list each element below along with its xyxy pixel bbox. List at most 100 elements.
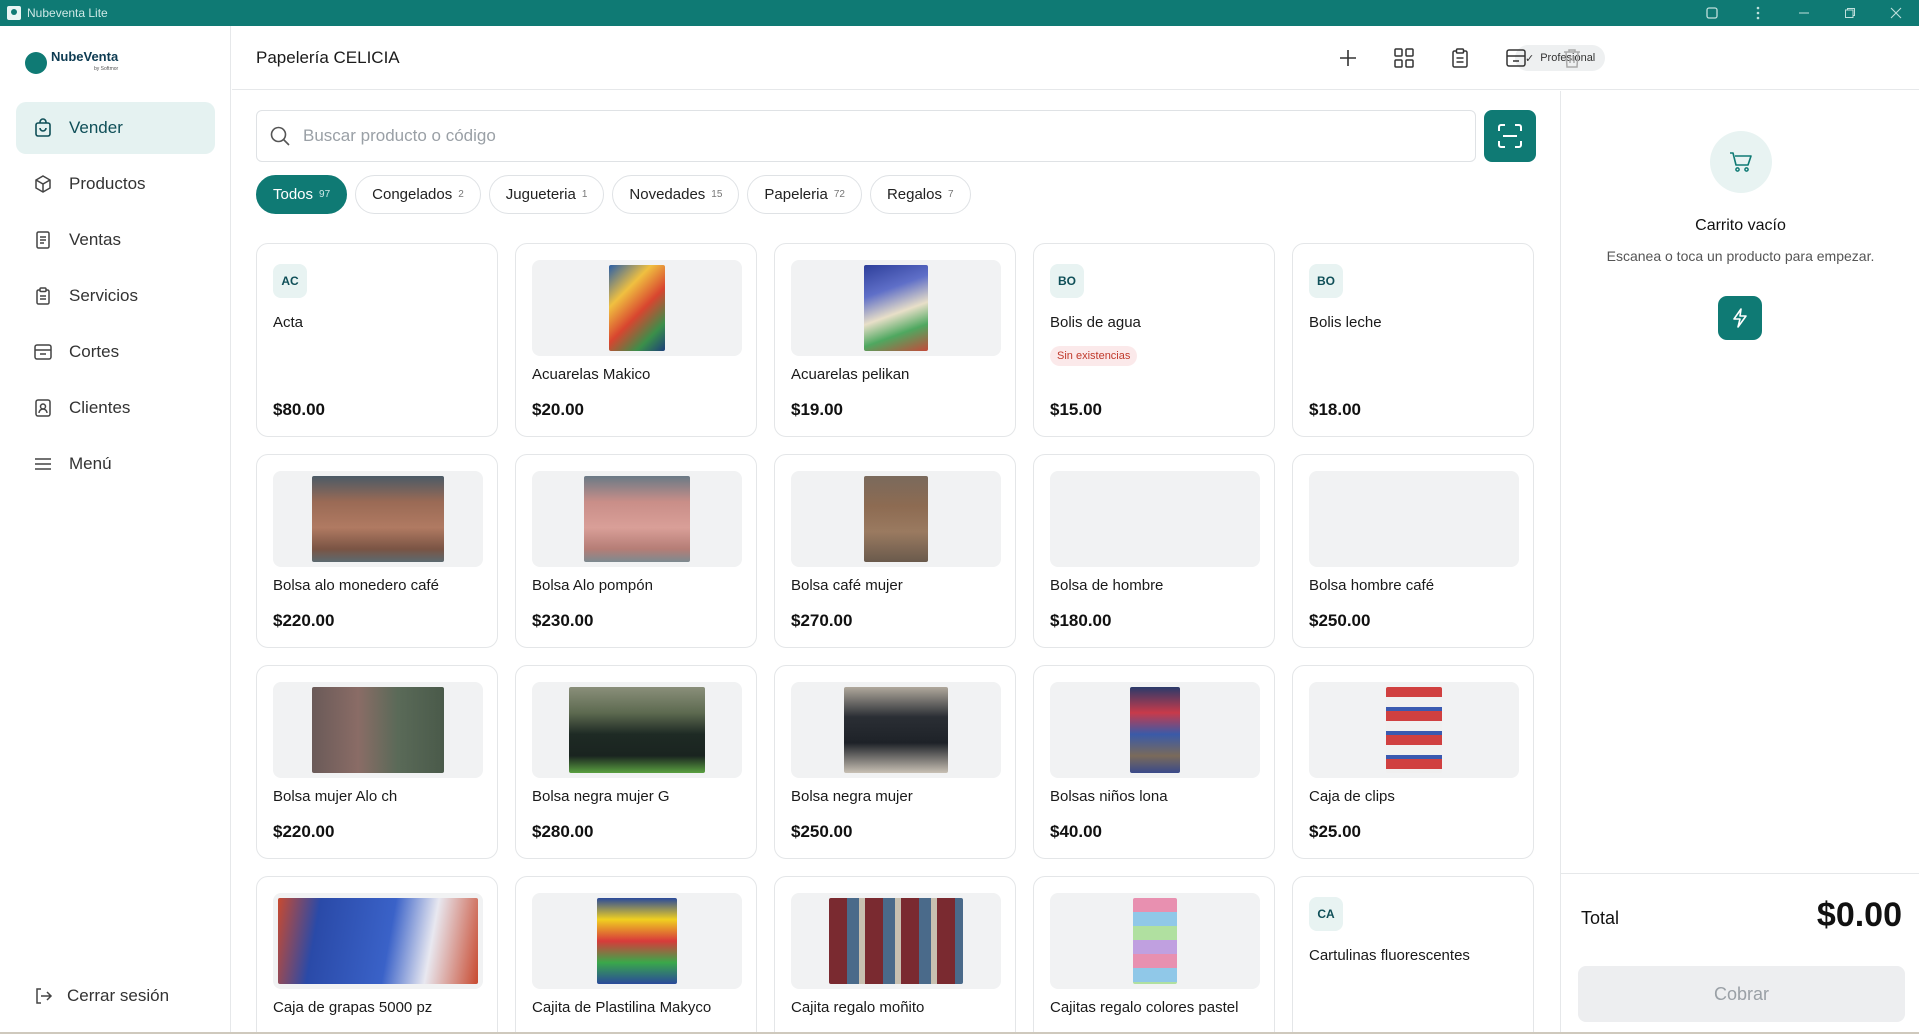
- quick-sale-button[interactable]: [1718, 296, 1762, 340]
- out-of-stock-badge: Sin existencias: [1050, 346, 1138, 366]
- product-card[interactable]: CA Cartulinas fluorescentes: [1292, 876, 1534, 1033]
- store-name: Papelería CELICIA: [256, 48, 400, 67]
- product-image-placeholder: [1050, 471, 1260, 567]
- add-product-button[interactable]: [1334, 44, 1362, 72]
- product-price: $220.00: [273, 822, 335, 841]
- category-count: 1: [581, 189, 588, 200]
- category-count: 72: [833, 189, 845, 200]
- product-image-placeholder: [1309, 471, 1519, 567]
- clipboard-icon: [33, 286, 53, 306]
- product-card[interactable]: Bolsas niños lona $40.00: [1033, 665, 1275, 859]
- sidebar-item-vender[interactable]: Vender: [16, 102, 215, 154]
- sidebar-item-label: Ventas: [69, 230, 121, 249]
- product-name: Cartulinas fluorescentes: [1309, 947, 1470, 964]
- product-image: [532, 471, 742, 567]
- clipboard-button[interactable]: [1446, 44, 1474, 72]
- clear-cart-button[interactable]: [1558, 44, 1586, 72]
- sidebar-item-cortes[interactable]: Cortes: [16, 326, 215, 378]
- product-card[interactable]: Bolsa de hombre $180.00: [1033, 454, 1275, 648]
- logout-button[interactable]: Cerrar sesión: [33, 986, 169, 1006]
- product-image: [273, 471, 483, 567]
- product-card[interactable]: BO Bolis leche $18.00: [1292, 243, 1534, 437]
- charge-button[interactable]: Cobrar: [1578, 966, 1905, 1022]
- sidebar-item-menu[interactable]: Menú: [16, 438, 215, 490]
- restore-button[interactable]: [1827, 0, 1873, 26]
- product-card[interactable]: Bolsa alo monedero café $220.00: [256, 454, 498, 648]
- cash-drawer-button[interactable]: [1502, 44, 1530, 72]
- product-card[interactable]: Acuarelas Makico $20.00: [515, 243, 757, 437]
- product-price: $270.00: [791, 611, 853, 630]
- product-image: [273, 682, 483, 778]
- category-chip-todos[interactable]: Todos 97: [256, 175, 348, 214]
- product-image: [1309, 682, 1519, 778]
- logout-label: Cerrar sesión: [67, 986, 170, 1005]
- category-chip-jugueteria[interactable]: Jugueteria 1: [488, 175, 605, 214]
- product-price: $40.00: [1050, 822, 1102, 841]
- sidebar-item-servicios[interactable]: Servicios: [16, 270, 215, 322]
- sidebar-item-ventas[interactable]: Ventas: [16, 214, 215, 266]
- total-label: Total: [1581, 908, 1620, 928]
- product-initials: AC: [273, 264, 307, 298]
- product-name: Acuarelas pelikan: [791, 366, 910, 383]
- product-name: Bolis de agua: [1050, 314, 1141, 331]
- product-name: Bolsa de hombre: [1050, 577, 1164, 594]
- category-chip-regalos[interactable]: Regalos 7: [869, 175, 971, 214]
- app-icon: [7, 6, 21, 20]
- product-price: $19.00: [791, 400, 843, 419]
- product-card[interactable]: Caja de clips $25.00: [1292, 665, 1534, 859]
- product-card[interactable]: BO Bolis de agua Sin existencias $15.00: [1033, 243, 1275, 437]
- sidebar-item-label: Servicios: [69, 286, 138, 305]
- search-icon: [269, 125, 291, 147]
- product-name: Acta: [273, 314, 304, 331]
- category-label: Congelados: [372, 186, 453, 203]
- product-card[interactable]: Cajita de Plastilina Makyco: [515, 876, 757, 1033]
- product-name: Bolsa mujer Alo ch: [273, 788, 398, 805]
- product-price: $230.00: [532, 611, 594, 630]
- category-chip-congelados[interactable]: Congelados 2: [355, 175, 481, 214]
- product-name: Bolsa hombre café: [1309, 577, 1435, 594]
- sidebar-item-productos[interactable]: Productos: [16, 158, 215, 210]
- product-card[interactable]: Caja de grapas 5000 pz: [256, 876, 498, 1033]
- grid-view-button[interactable]: [1390, 44, 1418, 72]
- cart-summary: Total $0.00 Cobrar: [1561, 873, 1919, 1033]
- close-button[interactable]: [1873, 0, 1919, 26]
- category-label: Todos: [273, 186, 314, 203]
- category-count: 15: [711, 189, 723, 200]
- brand-logo: NubeVenta by Softmor: [25, 50, 118, 76]
- sidebar-item-clientes[interactable]: Clientes: [16, 382, 215, 434]
- product-card[interactable]: AC Acta $80.00: [256, 243, 498, 437]
- product-card[interactable]: Bolsa negra mujer $250.00: [774, 665, 1016, 859]
- drawer-icon: [33, 342, 53, 362]
- category-chip-papeleria[interactable]: Papeleria 72: [747, 175, 862, 214]
- product-card[interactable]: Cajitas regalo colores pastel: [1033, 876, 1275, 1033]
- brand-name: NubeVenta by Softmor: [51, 49, 119, 72]
- extensions-icon[interactable]: [1689, 0, 1735, 26]
- more-options-icon[interactable]: [1735, 0, 1781, 26]
- product-card[interactable]: Bolsa Alo pompón $230.00: [515, 454, 757, 648]
- product-name: Bolsa negra mujer: [791, 788, 913, 805]
- product-name: Acuarelas Makico: [532, 366, 651, 383]
- product-card[interactable]: Bolsa hombre café $250.00: [1292, 454, 1534, 648]
- product-initials: BO: [1309, 264, 1343, 298]
- category-label: Papeleria: [764, 186, 828, 203]
- product-card[interactable]: Bolsa café mujer $270.00: [774, 454, 1016, 648]
- product-card[interactable]: Acuarelas pelikan $19.00: [774, 243, 1016, 437]
- product-price: $20.00: [532, 400, 584, 419]
- product-image: [532, 893, 742, 989]
- product-card[interactable]: Bolsa mujer Alo ch $220.00: [256, 665, 498, 859]
- category-chip-novedades[interactable]: Novedades 15: [612, 175, 740, 214]
- product-image: [791, 260, 1001, 356]
- minimize-button[interactable]: [1781, 0, 1827, 26]
- sidebar-item-label: Cortes: [69, 342, 120, 361]
- barcode-scan-button[interactable]: [1484, 110, 1536, 162]
- sidebar-item-label: Clientes: [69, 398, 131, 417]
- search-input[interactable]: [303, 126, 1203, 146]
- top-header: Papelería CELICIA ✓ Profesional: [232, 26, 1919, 90]
- grid-icon: [1394, 48, 1414, 68]
- product-card[interactable]: Bolsa negra mujer G $280.00: [515, 665, 757, 859]
- shopping-cart-icon: [1710, 131, 1772, 193]
- lightning-icon: [1733, 308, 1747, 328]
- product-image: [1050, 893, 1260, 989]
- product-name: Caja de clips: [1309, 788, 1395, 805]
- product-card[interactable]: Cajita regalo moñito: [774, 876, 1016, 1033]
